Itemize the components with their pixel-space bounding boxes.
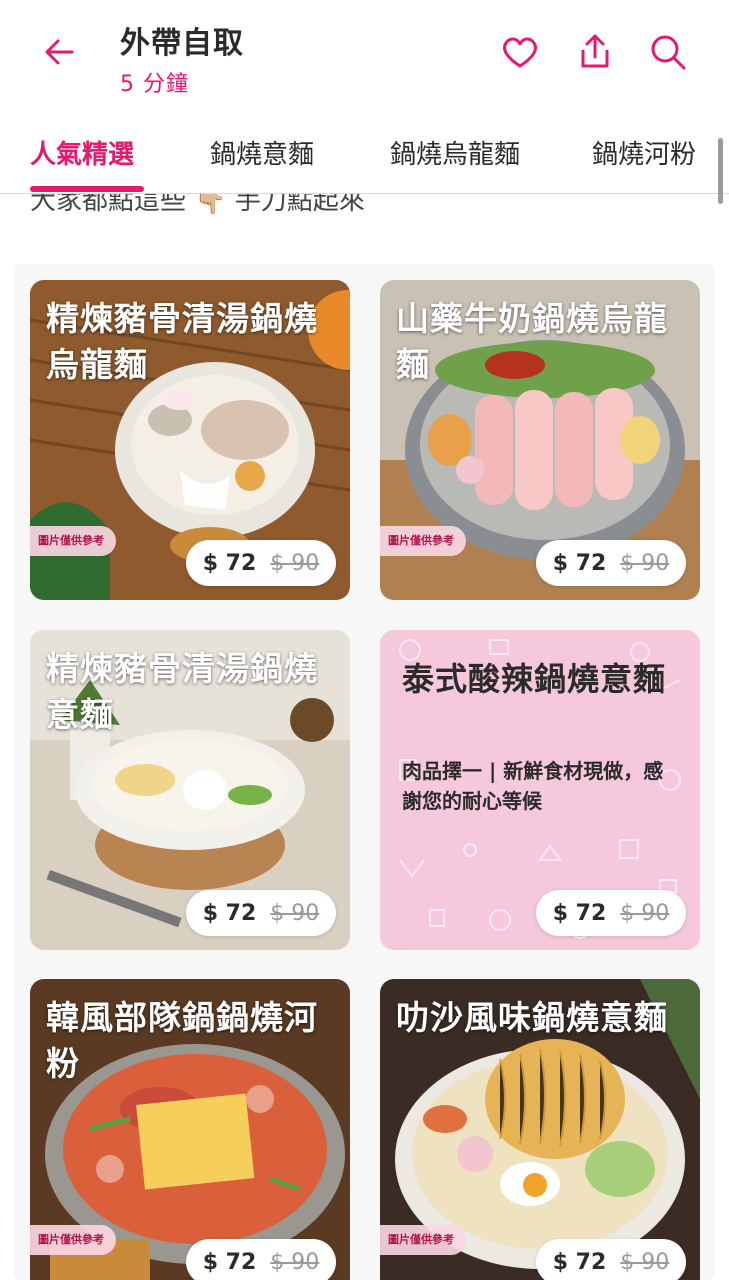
original-price: $ 90 <box>270 900 320 926</box>
menu-item-card[interactable]: 精煉豬骨清湯鍋燒烏龍麵 圖片僅供參考 $ 72 $ 90 <box>30 280 350 600</box>
section-subtitle-area: 大家都點這些 👇🏼 手刀點起來 <box>0 194 729 244</box>
current-price: $ 72 <box>202 550 257 576</box>
price-pill: $ 72 $ 90 <box>186 540 336 586</box>
price-pill: $ 72 $ 90 <box>536 1239 686 1280</box>
category-tabs: 人氣精選 鍋燒意麵 鍋燒烏龍麵 鍋燒河粉 <box>0 112 729 194</box>
menu-item-card[interactable]: 山藥牛奶鍋燒烏龍麵 圖片僅供參考 $ 72 $ 90 <box>380 280 700 600</box>
current-price: $ 72 <box>202 900 257 926</box>
active-tab-indicator <box>30 186 144 192</box>
menu-item-card[interactable]: 韓風部隊鍋鍋燒河粉 圖片僅供參考 $ 72 $ 90 <box>30 979 350 1280</box>
pickup-time: 5 分鐘 <box>120 72 189 97</box>
tab-pot-rice-noodle[interactable]: 鍋燒河粉 <box>592 134 696 171</box>
item-name: 泰式酸辣鍋燒意麵 <box>402 660 667 698</box>
title-block: 外帶自取 5 分鐘 <box>120 18 244 98</box>
item-name: 叻沙風味鍋燒意麵 <box>396 998 668 1037</box>
menu-item-card[interactable]: 泰式酸辣鍋燒意麵 肉品擇一 | 新鮮食材現做，感謝您的耐心等候 $ 72 $ 9… <box>380 630 700 950</box>
tab-popular[interactable]: 人氣精選 <box>30 134 134 171</box>
item-name: 韓風部隊鍋鍋燒河粉 <box>46 998 318 1083</box>
back-arrow-icon[interactable] <box>38 30 82 74</box>
original-price: $ 90 <box>620 900 670 926</box>
page-title: 外帶自取 <box>120 26 244 61</box>
original-price: $ 90 <box>270 1249 320 1275</box>
price-pill: $ 72 $ 90 <box>186 1239 336 1280</box>
photo-disclaimer-tag: 圖片僅供參考 <box>380 526 466 556</box>
current-price: $ 72 <box>552 900 607 926</box>
original-price: $ 90 <box>270 550 320 576</box>
item-description: 肉品擇一 | 新鮮食材現做，感謝您的耐心等候 <box>402 759 664 813</box>
original-price: $ 90 <box>620 1249 670 1275</box>
top-header: 外帶自取 5 分鐘 <box>0 0 729 110</box>
section-subtitle: 大家都點這些 👇🏼 手刀點起來 <box>30 194 365 216</box>
menu-item-card[interactable]: 精煉豬骨清湯鍋燒意麵 $ 72 $ 90 <box>30 630 350 950</box>
tab-pot-yi-mein[interactable]: 鍋燒意麵 <box>210 134 314 171</box>
item-name: 精煉豬骨清湯鍋燒烏龍麵 <box>46 299 318 384</box>
current-price: $ 72 <box>552 1249 607 1275</box>
item-name: 山藥牛奶鍋燒烏龍麵 <box>396 299 668 384</box>
current-price: $ 72 <box>202 1249 257 1275</box>
photo-disclaimer-tag: 圖片僅供參考 <box>30 1225 116 1255</box>
price-pill: $ 72 $ 90 <box>536 540 686 586</box>
item-name: 精煉豬骨清湯鍋燒意麵 <box>46 649 318 734</box>
price-pill: $ 72 $ 90 <box>536 890 686 936</box>
photo-disclaimer-tag: 圖片僅供參考 <box>30 526 116 556</box>
photo-disclaimer-tag: 圖片僅供參考 <box>380 1225 466 1255</box>
original-price: $ 90 <box>620 550 670 576</box>
search-icon[interactable] <box>646 30 690 74</box>
heart-icon[interactable] <box>498 30 542 74</box>
tab-pot-udon[interactable]: 鍋燒烏龍麵 <box>390 134 520 171</box>
current-price: $ 72 <box>552 550 607 576</box>
price-pill: $ 72 $ 90 <box>186 890 336 936</box>
menu-item-card[interactable]: 叻沙風味鍋燒意麵 圖片僅供參考 $ 72 $ 90 <box>380 979 700 1280</box>
share-icon[interactable] <box>573 30 617 74</box>
